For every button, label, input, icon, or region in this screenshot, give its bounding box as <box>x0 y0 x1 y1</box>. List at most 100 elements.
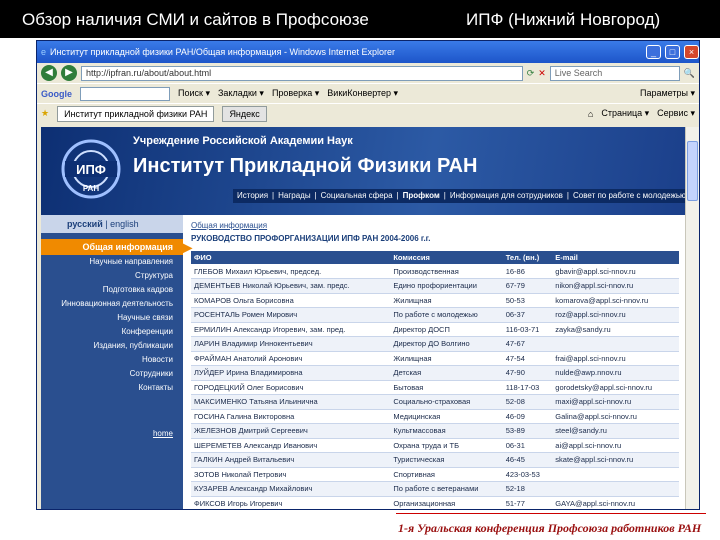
table-row: ЛАРИН Владимир Иннокентьевич Директор ДО … <box>191 336 679 352</box>
maximize-button[interactable]: □ <box>665 45 680 59</box>
cell-phone: 67-79 <box>502 278 553 294</box>
table-row: ГОСИНА Галина Викторовна Медицинская 46-09… <box>191 409 679 424</box>
settings-button[interactable]: Параметры ▾ <box>640 88 695 99</box>
refresh-icon[interactable]: ⟳ <box>527 68 535 79</box>
sidebar-item-structure[interactable]: Структура <box>41 269 183 283</box>
google-search-button[interactable]: Поиск ▾ <box>178 88 210 99</box>
ie-icon: e <box>41 47 47 57</box>
forward-icon[interactable]: ▶ <box>61 65 77 81</box>
bookmarks-button[interactable]: Закладки ▾ <box>218 88 264 99</box>
menu-awards[interactable]: Награды <box>278 189 310 203</box>
google-search-input[interactable] <box>80 86 170 101</box>
sidebar-item-conferences[interactable]: Конференции <box>41 325 183 339</box>
cell-email <box>552 467 679 482</box>
cell-email: zayka@sandy.ru <box>552 322 679 337</box>
sidebar-item-publications[interactable]: Издания, публикации <box>41 339 183 353</box>
cell-email: skate@appl.sci-nnov.ru <box>552 452 679 468</box>
page-menu[interactable]: Страница ▾ <box>601 108 649 119</box>
sidebar-item-general-info[interactable]: Общая информация ▶ <box>41 239 192 255</box>
table-row: ГАЛКИН Андрей Витальевич Туристическая 46-… <box>191 452 679 468</box>
cell-phone: 53-89 <box>502 423 553 439</box>
browser-window: e Институт прикладной физики РАН/Общая и… <box>36 40 700 510</box>
sidebar-item-contacts[interactable]: Контакты <box>41 381 183 395</box>
sidebar-item-innovation[interactable]: Инновационная деятельность <box>41 297 183 311</box>
table-row: ЕРМИЛИН Александр Игоревич, зам. пред. Ди… <box>191 322 679 337</box>
live-search-input[interactable]: Live Search <box>549 65 680 81</box>
home-icon[interactable]: ⌂ <box>588 109 593 119</box>
cell-email: frai@appl.sci-nnov.ru <box>552 351 679 366</box>
cell-phone: 118-17-03 <box>502 380 553 395</box>
cell-name: ГОСИНА Галина Викторовна <box>191 409 391 424</box>
cell-name: ЕРМИЛИН Александр Игоревич, зам. пред. <box>191 322 391 337</box>
breadcrumb[interactable]: Общая информация <box>191 221 679 230</box>
cell-email: GAYA@appl.sci-nnov.ru <box>552 496 679 509</box>
sidebar-item-news[interactable]: Новости <box>41 353 183 367</box>
table-row: ЗОТОВ Николай Петрович Спортивная 423-03-5… <box>191 467 679 482</box>
table-row: ФИКСОВ Игорь Игоревич Организационная 51-7… <box>191 496 679 509</box>
check-button[interactable]: Проверка ▾ <box>272 88 319 99</box>
menu-history[interactable]: История <box>237 189 268 203</box>
slide-title: Обзор наличия СМИ и сайтов в Профсоюзе <box>22 10 369 29</box>
cell-name: ГАЛКИН Андрей Витальевич <box>191 452 391 468</box>
col-email: E-mail <box>552 251 679 264</box>
cell-phone: 51-77 <box>502 496 553 509</box>
cell-name: КОМАРОВ Ольга Борисовна <box>191 293 391 308</box>
slide-header: Обзор наличия СМИ и сайтов в Профсоюзе И… <box>0 0 720 38</box>
minimize-button[interactable]: _ <box>646 45 661 59</box>
sidebar-item-training[interactable]: Подготовка кадров <box>41 283 183 297</box>
cell-commission: По работе с молодежью <box>390 307 503 323</box>
top-menu: История | Награды | Социальная сфера | Проф… <box>233 189 685 203</box>
cell-phone: 47-67 <box>502 336 553 352</box>
back-icon[interactable]: ◀ <box>41 65 57 81</box>
tab-ipf[interactable]: Институт прикладной физики РАН <box>57 105 215 122</box>
sidebar-item-label: Общая информация <box>82 242 173 252</box>
lang-ru[interactable]: русский <box>67 219 103 229</box>
language-switch: русский | english <box>41 215 183 233</box>
table-row: ГОРОДЕЦКИЙ Олег Борисович Бытовая 118-17-0… <box>191 380 679 395</box>
google-logo: Google <box>41 88 72 99</box>
cell-name: ШЕРЕМЕТЕВ Александр Иванович <box>191 438 391 453</box>
address-input[interactable]: http://ipfran.ru/about/about.html <box>81 65 523 81</box>
stop-icon[interactable]: ✕ <box>538 68 546 79</box>
favorites-star-icon[interactable]: ★ <box>41 108 49 119</box>
cell-name: КУЗАРЕВ Александр Михайлович <box>191 481 391 497</box>
cell-name: МАКСИМЕНКО Татьяна Ильинична <box>191 394 391 410</box>
table-row: ДЕМЕНТЬЕВ Николай Юрьевич, зам. предс. Ед… <box>191 278 679 294</box>
menu-staff-info[interactable]: Информация для сотрудников <box>450 189 563 203</box>
search-icon[interactable]: 🔍 <box>684 68 695 79</box>
table-row: КОМАРОВ Ольга Борисовна Жилищная 50-53 koma… <box>191 293 679 308</box>
sidebar-item-research[interactable]: Научные направления <box>41 255 183 269</box>
table-row: РОСЕНТАЛЬ Ромен Мирович По работе с молод… <box>191 307 679 323</box>
tools-menu[interactable]: Сервис ▾ <box>657 108 695 119</box>
cell-commission: Едино профориентации <box>390 278 503 294</box>
table-body: ГЛЕБОВ Михаил Юрьевич, председ. Производс… <box>191 264 679 509</box>
cell-phone: 116-03-71 <box>502 322 553 337</box>
cell-name: ДЕМЕНТЬЕВ Николай Юрьевич, зам. предс. <box>191 278 391 294</box>
menu-youth[interactable]: Совет по работе с молодежью <box>573 189 685 203</box>
menu-union[interactable]: Профком <box>403 189 440 203</box>
vertical-scrollbar[interactable] <box>685 127 699 509</box>
wiki-button[interactable]: ВикиКонвертер ▾ <box>327 88 398 99</box>
cell-name: ГЛЕБОВ Михаил Юрьевич, председ. <box>191 264 391 279</box>
table-row: ШЕРЕМЕТЕВ Александр Иванович Охрана труда… <box>191 438 679 453</box>
cell-name: ЗОТОВ Николай Петрович <box>191 467 391 482</box>
menu-social[interactable]: Социальная сфера <box>321 189 393 203</box>
cell-email: komarova@appl.sci-nnov.ru <box>552 293 679 308</box>
cell-name: ФИКСОВ Игорь Игоревич <box>191 496 391 509</box>
scroll-thumb[interactable] <box>687 141 698 201</box>
sidebar-item-staff[interactable]: Сотрудники <box>41 367 183 381</box>
tab-yandex[interactable]: Яндекс <box>222 105 267 122</box>
table-header-row: ФИО Комиссия Тел. (вн.) E-mail <box>191 251 679 264</box>
cell-email <box>552 336 679 352</box>
home-link[interactable]: home <box>41 429 183 438</box>
cell-name: ЛАРИН Владимир Иннокентьевич <box>191 336 391 352</box>
leadership-table: ФИО Комиссия Тел. (вн.) E-mail ГЛЕБОВ Ми… <box>191 251 679 509</box>
cell-name: ЛУЙДЕР Ирина Владимировна <box>191 365 391 381</box>
lang-en[interactable]: english <box>110 219 139 229</box>
table-row: МАКСИМЕНКО Татьяна Ильинична Социально-ст… <box>191 394 679 410</box>
cell-email: gorodetsky@appl.sci-nnov.ru <box>552 380 679 395</box>
sidebar-item-connections[interactable]: Научные связи <box>41 311 183 325</box>
table-row: ГЛЕБОВ Михаил Юрьевич, председ. Производс… <box>191 264 679 279</box>
close-button[interactable]: × <box>684 45 699 59</box>
web-content: ИПФ РАН Учреждение Российской Академии Н… <box>41 127 685 509</box>
